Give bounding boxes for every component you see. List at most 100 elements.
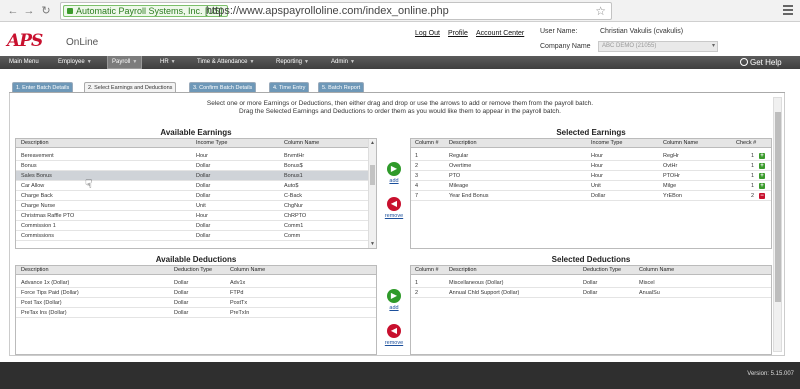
back-icon[interactable]: ←	[6, 4, 20, 18]
reload-icon[interactable]: ↻	[39, 4, 53, 18]
earning-row[interactable]: Bereavement Hour BrvmtHr	[16, 151, 376, 161]
nav-main-menu[interactable]: Main Menu	[5, 56, 43, 69]
available-earnings-grid: Description Income Type Column Name Bere…	[15, 138, 377, 249]
selected-earning-row[interactable]: 3 PTO Hour PTOHr 1 +	[411, 171, 771, 181]
nav-payroll[interactable]: Payroll ▼	[107, 56, 143, 69]
add-deduction-label[interactable]: add	[379, 305, 409, 311]
column-name: YrEBon	[663, 193, 682, 199]
earning-description: Bereavement	[21, 153, 54, 159]
lock-icon	[67, 8, 73, 14]
company-select[interactable]: ABC DEMO (21055) ▾	[598, 41, 718, 52]
aps-logo: APS	[7, 31, 43, 51]
user-name-value: Christian Vakulis (cvakulis)	[600, 28, 684, 35]
remove-deduction-label[interactable]: remove	[379, 340, 409, 346]
get-help-button[interactable]: Get Help	[740, 56, 782, 69]
earning-row[interactable]: Sales Bonus Dollar Bonus1	[16, 171, 376, 181]
column-number: 2	[415, 163, 419, 169]
earning-row[interactable]: Bonus Dollar Bonus$	[16, 161, 376, 171]
add-earning-button[interactable]: ▶	[387, 162, 401, 176]
column-name: FTPd	[230, 290, 244, 296]
deduction-description: Miscellaneous (Dollar)	[449, 280, 504, 286]
remove-earning-button[interactable]: ◀	[387, 197, 401, 211]
income-type: Dollar	[196, 193, 211, 199]
add-earning-label[interactable]: add	[379, 178, 409, 184]
earning-description: Overtime	[449, 163, 472, 169]
minus-icon[interactable]: −	[759, 193, 765, 199]
earning-row[interactable]: Christmas Raffle PTO Hour ChRPTO	[16, 211, 376, 221]
earning-description: PTO	[449, 173, 461, 179]
column-number: 1	[415, 153, 419, 159]
chevron-down-icon: ▼	[132, 59, 138, 65]
scroll-thumb	[370, 165, 375, 185]
selected-earning-row[interactable]: 1 Regular Hour RegHr 1 +	[411, 151, 771, 161]
column-name: AnualSu	[639, 290, 660, 296]
company-name-label: Company Name	[540, 43, 591, 50]
income-type: Hour	[196, 153, 208, 159]
plus-icon[interactable]: +	[759, 163, 765, 169]
column-name: Milge	[663, 183, 677, 189]
scroll-down-icon: ▼	[370, 241, 375, 247]
income-type: Dollar	[196, 233, 211, 239]
url-text[interactable]: https://www.apspayrolloline.com/index_on…	[206, 5, 449, 18]
plus-icon[interactable]: +	[759, 183, 765, 189]
nav-hr[interactable]: HR ▼	[156, 56, 180, 69]
income-type: Dollar	[196, 173, 211, 179]
remove-earning-label[interactable]: remove	[379, 213, 409, 219]
browser-menu-icon[interactable]	[783, 5, 793, 7]
earning-row[interactable]: Commissions Dollar Comm	[16, 231, 376, 241]
column-name: ChgNur	[284, 203, 303, 209]
selected-earning-row[interactable]: 2 Overtime Hour OvtHr 1 +	[411, 161, 771, 171]
scrollbar[interactable]: ▲ ▼	[368, 139, 376, 248]
earning-row[interactable]: Car Allow Dollar Auto$	[16, 181, 376, 191]
nav-employee[interactable]: Employee ▼	[54, 56, 96, 69]
deduction-description: Annual Chld Support (Dollar)	[449, 290, 520, 296]
hand-cursor-icon: ☟	[85, 177, 93, 191]
available-deductions-grid: Description Deduction Type Column Name A…	[15, 265, 377, 355]
nav-reporting[interactable]: Reporting ▼	[272, 56, 313, 69]
earning-row[interactable]: Charge Nurse Unit ChgNur	[16, 201, 376, 211]
deduction-row[interactable]: Advance 1x (Dollar) Dollar Adv1x	[16, 278, 376, 288]
earning-description: Car Allow	[21, 183, 45, 189]
earning-description: Bonus	[21, 163, 37, 169]
earning-description: Christmas Raffle PTO	[21, 213, 75, 219]
nav-admin[interactable]: Admin ▼	[327, 56, 359, 69]
footer	[0, 362, 800, 389]
bookmark-star-icon[interactable]: ☆	[595, 4, 606, 18]
account-center-link[interactable]: Account Center	[476, 30, 524, 37]
earning-row[interactable]: Charge Back Dollar C-Back	[16, 191, 376, 201]
deduction-row[interactable]: Force Tips Paid (Dollar) Dollar FTPd	[16, 288, 376, 298]
column-name: Auto$	[284, 183, 299, 189]
income-type: Dollar	[196, 183, 211, 189]
selected-deduction-row[interactable]: 2 Annual Chld Support (Dollar) Dollar Anual…	[411, 288, 771, 298]
help-icon	[740, 58, 748, 66]
plus-icon[interactable]: +	[759, 173, 765, 179]
grid-header: Column # Description Income Type Column …	[411, 139, 771, 148]
logout-link[interactable]: Log Out	[415, 30, 440, 37]
deduction-type: Dollar	[174, 300, 189, 306]
income-type: Unit	[196, 203, 206, 209]
selected-earning-row[interactable]: 7 Year End Bonus Dollar YrEBon 2−	[411, 191, 771, 201]
forward-icon[interactable]: →	[22, 4, 36, 18]
version-label: Version: 5.15.007	[747, 371, 794, 377]
nav-time-attendance[interactable]: Time & Attendance ▼	[193, 56, 258, 69]
remove-deduction-button[interactable]: ◀	[387, 324, 401, 338]
selected-earning-row[interactable]: 4 Mileage Unit Milge 1 +	[411, 181, 771, 191]
deduction-row[interactable]: Post Tax (Dollar) Dollar PostTx	[16, 298, 376, 308]
secure-badge[interactable]: Automatic Payroll Systems, Inc. [US]	[63, 5, 228, 17]
selected-deduction-row[interactable]: 1 Miscellaneous (Dollar) Dollar Miscel	[411, 278, 771, 288]
scroll-thumb[interactable]	[775, 112, 781, 302]
plus-icon[interactable]: +	[759, 153, 765, 159]
deduction-row[interactable]: PreTax Ins (Dollar) Dollar PreTxIn	[16, 308, 376, 318]
selected-deductions-title: Selected Deductions	[551, 255, 631, 264]
page-scrollbar[interactable]	[773, 97, 782, 352]
earning-row[interactable]: Commission 1 Dollar Comm1	[16, 221, 376, 231]
deduction-type: Dollar	[174, 310, 189, 316]
earning-description: Sales Bonus	[21, 173, 52, 179]
chevron-down-icon: ▼	[170, 59, 176, 65]
column-name: Miscel	[639, 280, 655, 286]
add-deduction-button[interactable]: ▶	[387, 289, 401, 303]
profile-link[interactable]: Profile	[448, 30, 468, 37]
scroll-up-icon: ▲	[370, 140, 375, 146]
address-bar[interactable]: Automatic Payroll Systems, Inc. [US] htt…	[60, 2, 612, 20]
column-name: OvtHr	[663, 163, 678, 169]
